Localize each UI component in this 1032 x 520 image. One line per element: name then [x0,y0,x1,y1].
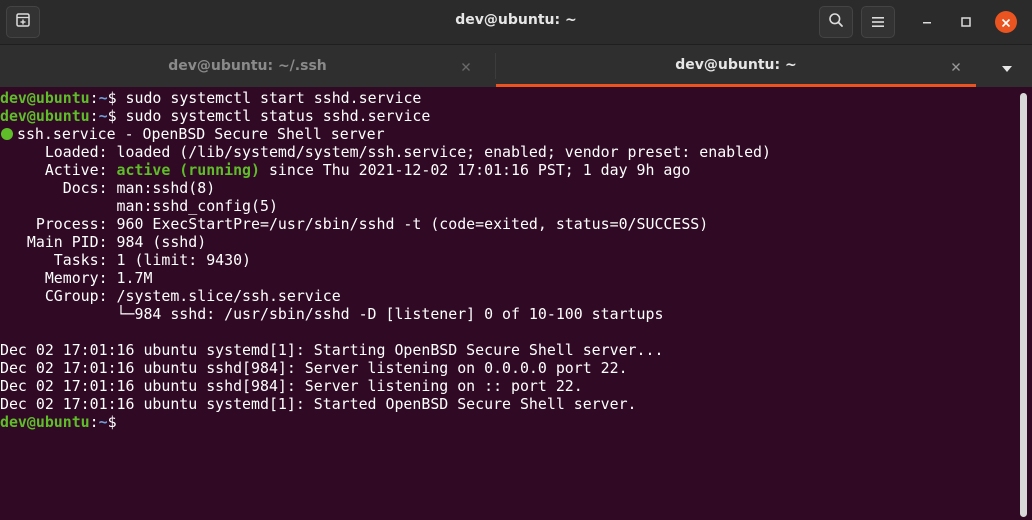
prompt-user: dev@ubuntu [0,107,90,125]
tab-close-icon [461,57,471,76]
prompt-sep: : [89,89,99,107]
scrollbar-thumb[interactable] [1020,93,1027,517]
minimize-icon [921,13,933,32]
terminal-output[interactable]: dev@ubuntu:~$ sudo systemctl start sshd.… [0,87,1016,520]
new-tab-button[interactable] [6,6,40,38]
output-line: Docs: man:sshd(8) [0,179,216,197]
maximize-button[interactable] [955,11,977,33]
tab-close-button[interactable] [947,57,965,75]
close-button[interactable] [995,11,1017,33]
output-line: Tasks: 1 (limit: 9430) [0,251,252,269]
output-line: └─984 sshd: /usr/sbin/sshd -D [listener]… [0,305,664,323]
scrollbar[interactable] [1016,87,1032,520]
prompt-symbol: $ [107,89,117,107]
output-line: Process: 960 ExecStartPre=/usr/sbin/sshd… [0,215,709,233]
prompt-line: dev@ubuntu:~$ sudo systemctl status sshd… [0,107,1016,125]
output-line: Loaded: loaded (/lib/systemd/system/ssh.… [0,143,771,161]
tab-label: dev@ubuntu: ~ [675,56,797,73]
prompt-user: dev@ubuntu [0,413,90,431]
active-state: active (running) [116,161,260,179]
maximize-icon [960,13,972,32]
output-line: Memory: 1.7M [0,269,153,287]
active-since: since Thu 2021-12-02 17:01:16 PST; 1 day… [260,161,691,179]
prompt-symbol: $ [107,107,117,125]
tab-bar: dev@ubuntu: ~/.ssh dev@ubuntu: ~ [0,45,1032,87]
prompt-sep: : [89,107,99,125]
tab-label: dev@ubuntu: ~/.ssh [168,58,327,74]
active-label: Active: [0,161,117,179]
chevron-down-icon [1001,58,1013,77]
service-status-dot-icon [1,128,13,140]
hamburger-menu-icon [871,13,885,32]
output-line: Main PID: 984 (sshd) [0,233,207,251]
prompt-sep: : [89,413,99,431]
status-header: ssh.service - OpenBSD Secure Shell serve… [17,125,385,143]
tab-close-icon [951,57,961,76]
prompt-symbol: $ [107,413,117,431]
minimize-button[interactable] [916,11,938,33]
command-text: sudo systemctl start sshd.service [116,89,422,107]
output-line: man:sshd_config(5) [0,197,278,215]
menu-button[interactable] [861,6,895,38]
log-line: Dec 02 17:01:16 ubuntu systemd[1]: Start… [0,341,664,359]
tab-home[interactable]: dev@ubuntu: ~ [496,45,976,87]
prompt-path: ~ [98,413,108,431]
tabs-menu-button[interactable] [995,57,1019,77]
command-text: sudo systemctl status sshd.service [116,107,431,125]
new-tab-icon [15,12,31,32]
log-line: Dec 02 17:01:16 ubuntu systemd[1]: Start… [0,395,637,413]
title-bar: dev@ubuntu: ~ [0,0,1032,45]
prompt-path: ~ [98,89,108,107]
prompt-user: dev@ubuntu [0,89,90,107]
status-header-line: ssh.service - OpenBSD Secure Shell serve… [0,125,1016,143]
log-line: Dec 02 17:01:16 ubuntu sshd[984]: Server… [0,377,583,395]
prompt-line: dev@ubuntu:~$ [0,413,1016,431]
active-line: Active: active (running) since Thu 2021-… [0,161,1016,179]
search-button[interactable] [819,6,853,38]
tab-close-button[interactable] [457,57,475,75]
tab-ssh[interactable]: dev@ubuntu: ~/.ssh [0,45,495,87]
close-icon [1001,13,1011,32]
search-icon [828,12,844,32]
prompt-path: ~ [98,107,108,125]
log-line: Dec 02 17:01:16 ubuntu sshd[984]: Server… [0,359,628,377]
output-line: CGroup: /system.slice/ssh.service [0,287,341,305]
prompt-line: dev@ubuntu:~$ sudo systemctl start sshd.… [0,89,1016,107]
